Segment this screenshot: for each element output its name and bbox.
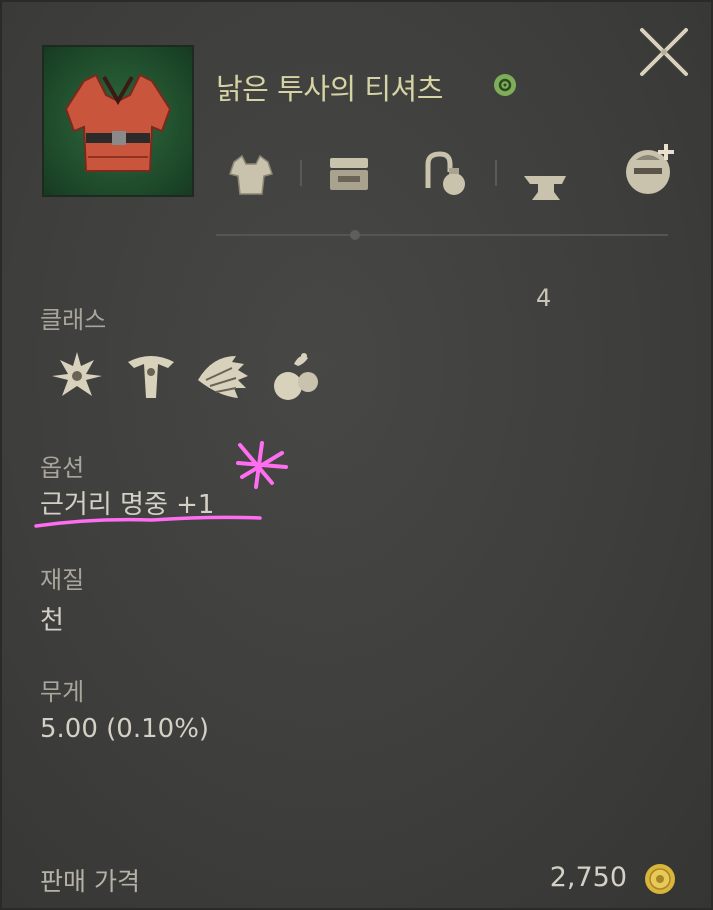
separator [495,160,497,186]
anvil-icon[interactable] [514,152,576,214]
divider-dot [350,230,360,240]
header-divider [216,234,668,236]
material-value: 천 [40,606,64,636]
gold-coin-icon [645,864,675,894]
option-label: 옵션 [40,454,85,482]
enhance-level: 4 [536,284,552,312]
item-name: 낡은 투사의 티셔츠 [216,72,443,106]
class-label: 클래스 [40,306,107,334]
material-label: 재질 [40,566,85,594]
pink-underline-annotation [34,515,262,528]
chest-icon[interactable] [318,142,380,204]
class-warrior-icon [52,352,102,396]
weight-label: 무게 [40,678,85,706]
class-tamer-icon [128,356,174,398]
separator [300,160,302,186]
class-pouch-icon [274,353,318,400]
item-action-bar: 4 [2,142,713,312]
class-wing-icon [198,356,248,398]
trade-icon[interactable] [414,142,476,204]
character-add-icon[interactable] [620,138,682,200]
close-icon[interactable] [634,22,694,82]
sell-price-label: 판매 가격 [40,867,140,896]
pink-star-annotation [236,441,288,489]
weight-value: 5.00 (0.10%) [40,714,210,744]
sell-price-value: 2,750 [549,862,627,893]
shirt-icon[interactable] [220,142,282,204]
grade-badge-icon [494,74,516,96]
item-tooltip-panel: 낡은 투사의 티셔츠 4 클래스 옵션 근거리 명중 +1 재질 천 무게 5.… [0,0,713,910]
